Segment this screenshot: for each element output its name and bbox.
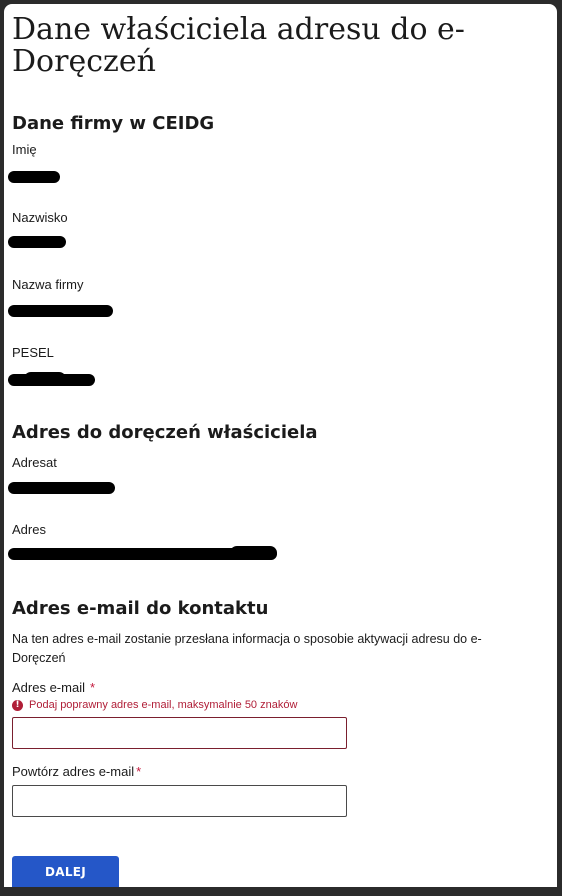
field-label-email: Adres e-mail *: [12, 680, 95, 696]
email-section-description: Na ten adres e-mail zostanie przesłana i…: [12, 632, 482, 665]
first-name-value-redacted: [8, 171, 60, 183]
section-title-ceidg: Dane firmy w CEIDG: [12, 113, 215, 134]
field-label-pesel: PESEL: [12, 345, 54, 360]
page-title: Dane właściciela adresu do e-Doręczeń: [12, 12, 465, 79]
pesel-value-redacted: [8, 372, 95, 386]
email-error-text: Podaj poprawny adres e-mail, maksymalnie…: [29, 699, 298, 711]
repeat-email-input[interactable]: [12, 785, 347, 817]
exclamation-circle-icon: !: [12, 699, 23, 711]
field-label-address: Adres: [12, 522, 46, 537]
addressee-value-redacted: [8, 482, 115, 494]
field-label-last-name: Nazwisko: [12, 210, 68, 225]
section-title-contact-email: Adres e-mail do kontaktu: [12, 598, 269, 619]
required-asterisk: *: [89, 680, 96, 695]
field-label-repeat-email: Powtórz adres e-mail *: [12, 764, 141, 780]
email-label-text: Adres e-mail: [12, 680, 85, 695]
email-error-message: ! Podaj poprawny adres e-mail, maksymaln…: [12, 698, 297, 712]
email-input[interactable]: [12, 717, 347, 749]
required-asterisk: *: [136, 764, 142, 779]
form-card: Dane właściciela adresu do e-Doręczeń Da…: [4, 4, 557, 887]
next-button[interactable]: DALEJ: [12, 856, 119, 887]
last-name-value-redacted: [8, 236, 66, 248]
section-title-delivery-address: Adres do doręczeń właściciela: [12, 422, 318, 443]
field-label-company-name: Nazwa firmy: [12, 277, 84, 292]
company-name-value-redacted: [8, 305, 113, 317]
address-value-redacted: [8, 546, 277, 560]
repeat-email-label-text: Powtórz adres e-mail: [12, 764, 135, 779]
field-label-addressee: Adresat: [12, 455, 57, 470]
field-label-first-name: Imię: [12, 142, 37, 157]
